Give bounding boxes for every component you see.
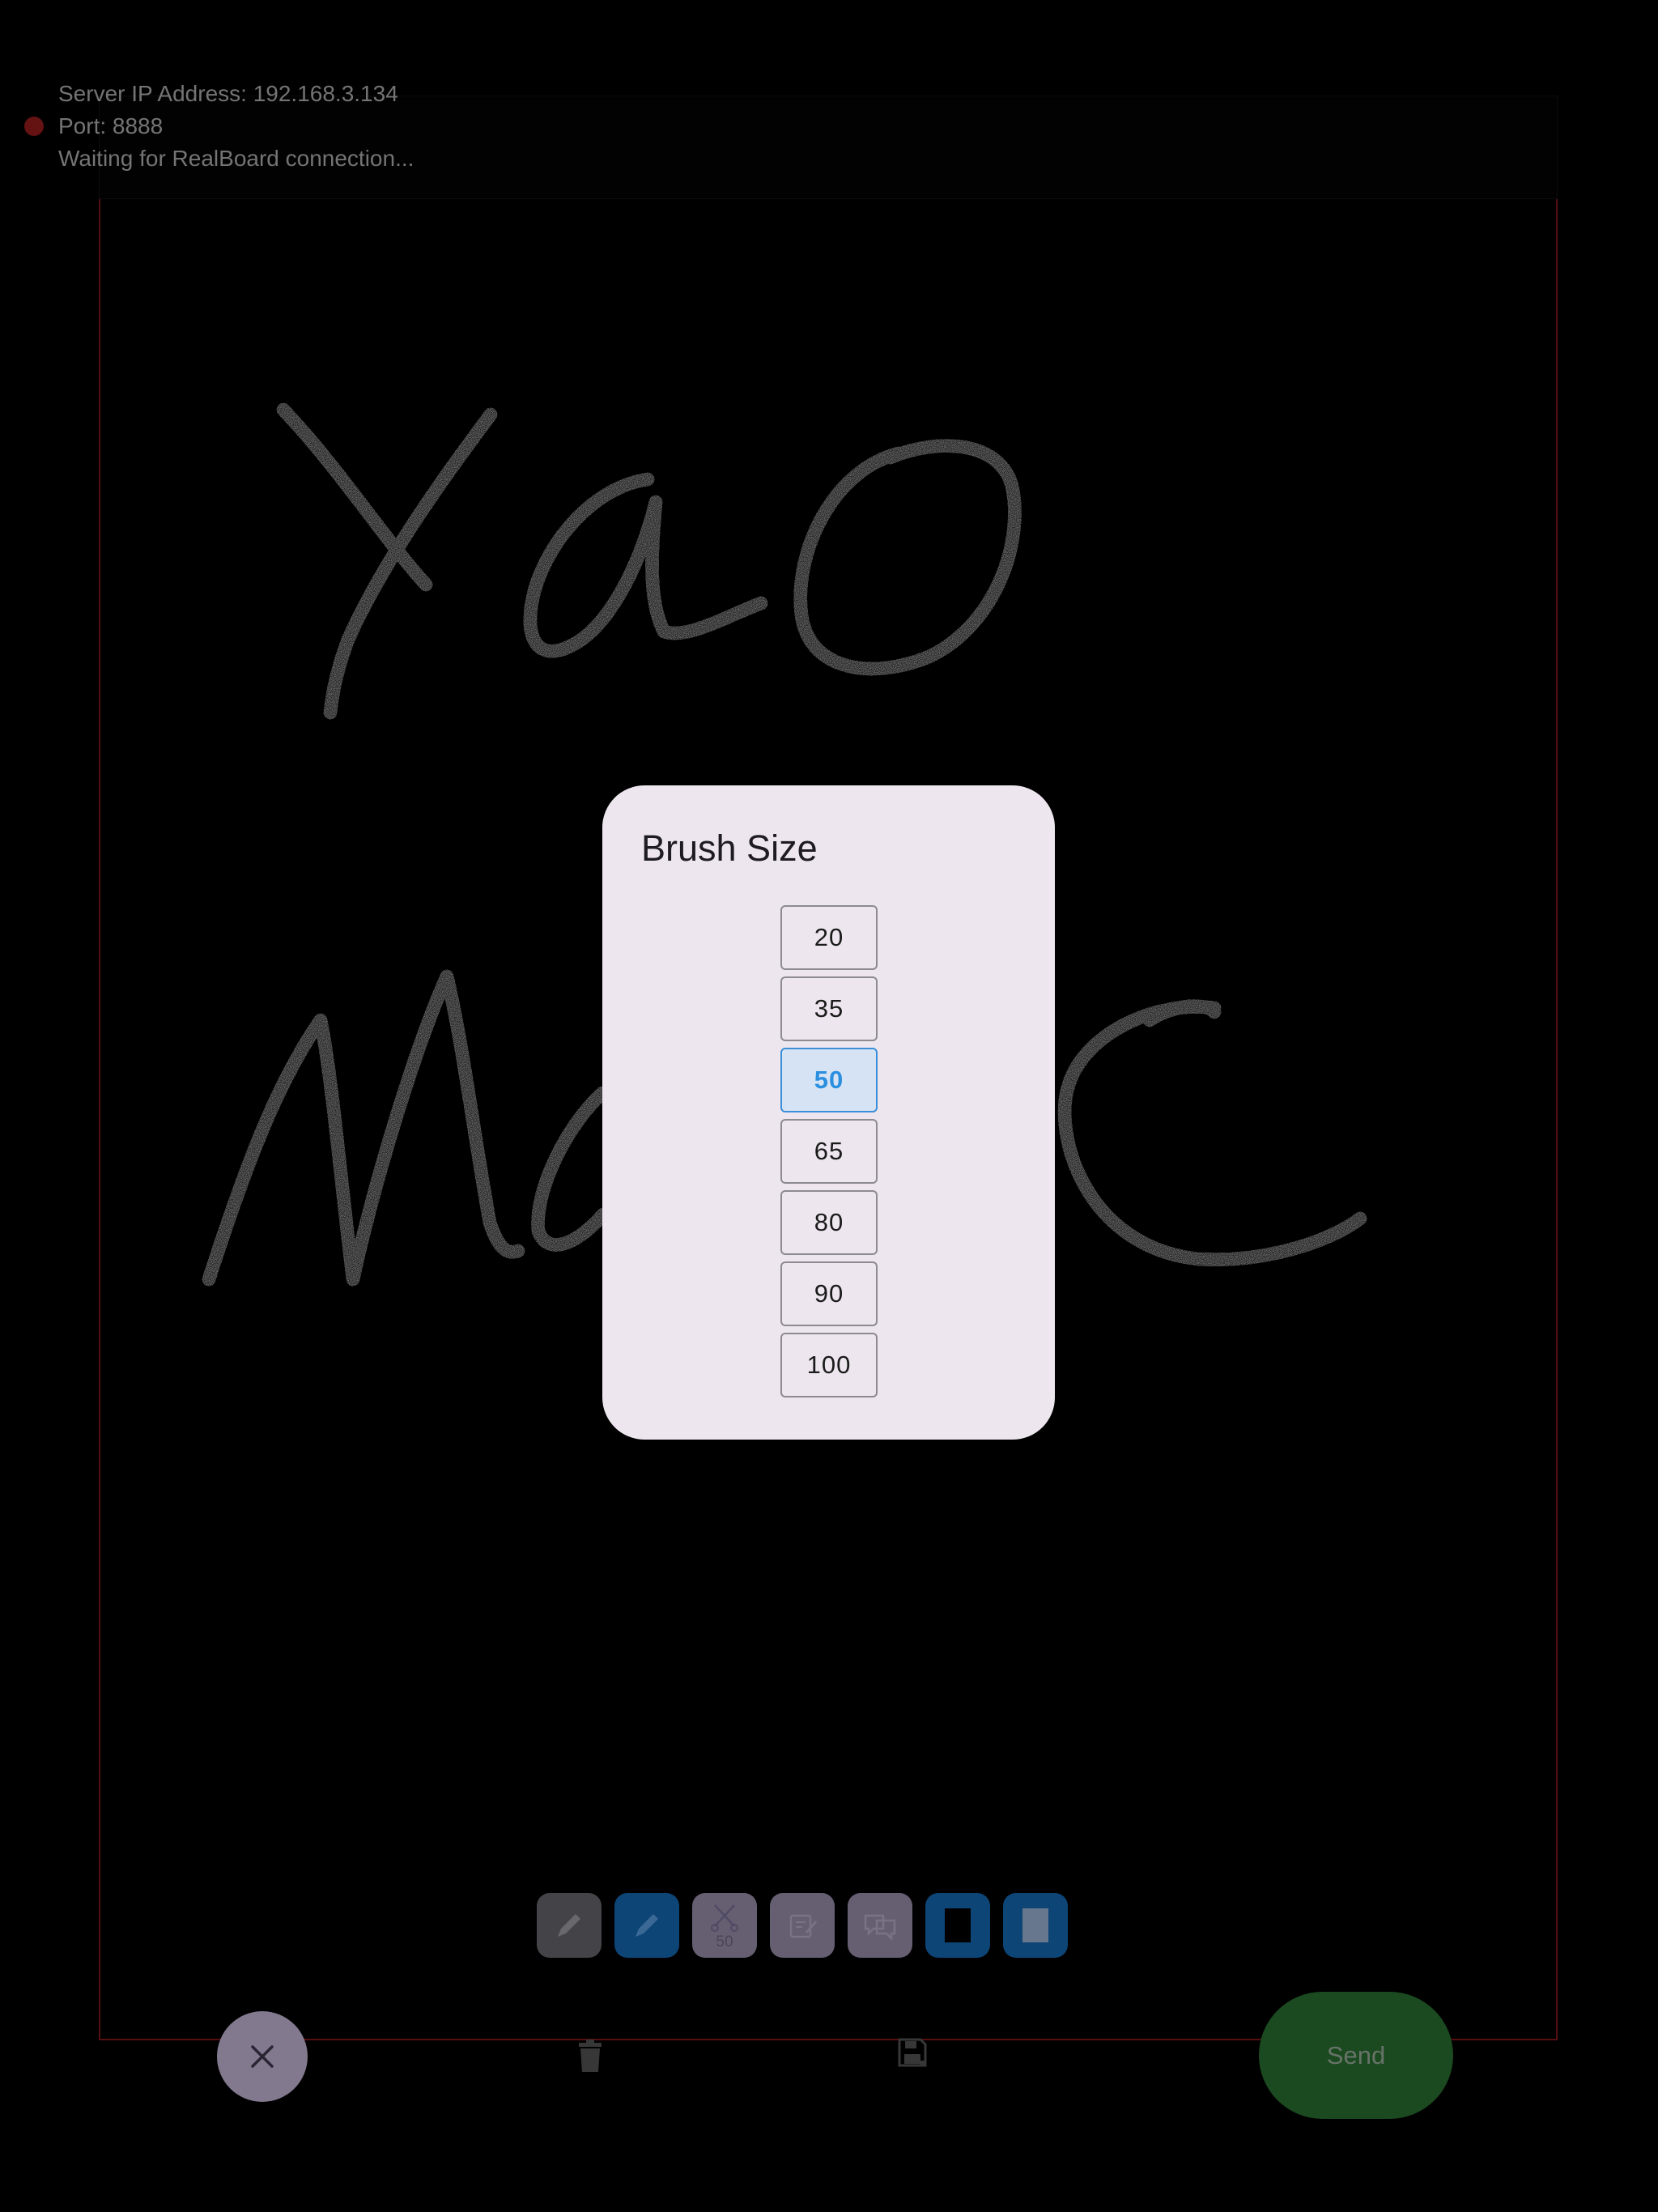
- brush-size-option-50[interactable]: 50: [780, 1048, 878, 1112]
- brush-size-option-100[interactable]: 100: [780, 1333, 878, 1397]
- dialog-title: Brush Size: [641, 827, 818, 869]
- brush-size-option-35[interactable]: 35: [780, 976, 878, 1041]
- brush-size-options: 20 35 50 65 80 90 100: [780, 905, 878, 1404]
- brush-size-option-90[interactable]: 90: [780, 1261, 878, 1326]
- brush-size-dialog: Brush Size 20 35 50 65 80 90 100: [602, 785, 1055, 1440]
- brush-size-option-65[interactable]: 65: [780, 1119, 878, 1184]
- brush-size-option-80[interactable]: 80: [780, 1190, 878, 1255]
- app-screen: Server IP Address: 192.168.3.134 Port: 8…: [0, 0, 1658, 2212]
- brush-size-option-20[interactable]: 20: [780, 905, 878, 970]
